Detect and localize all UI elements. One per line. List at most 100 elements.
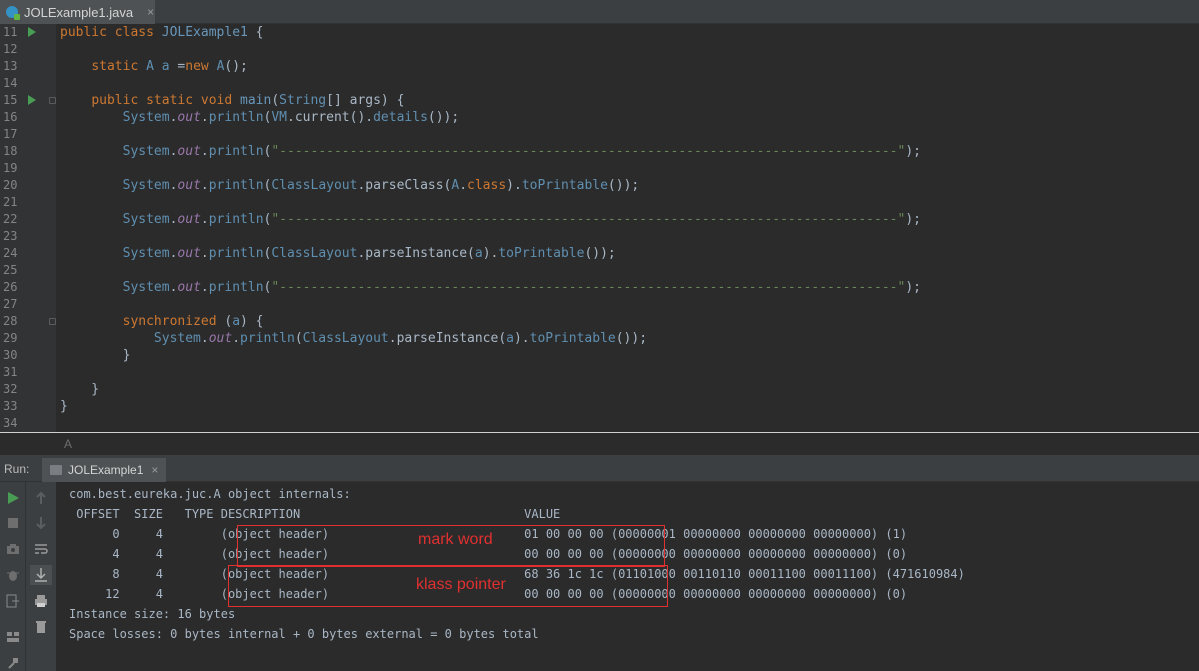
code-text: } [60,399,68,414]
java-class-icon [6,6,20,20]
console-line: Space losses: 0 bytes internal + 0 bytes… [69,627,539,641]
line-number[interactable]: 20 [0,177,22,194]
run-tab-label: JOLExample1 [68,463,144,477]
run-toolbar [0,482,26,671]
line-number[interactable]: 28 [0,313,22,330]
code-text: System.out.println("--------------------… [122,212,921,227]
code-line[interactable]: 25 [0,262,1199,279]
code-line[interactable]: 22 System.out.println("-----------------… [0,211,1199,228]
pin-icon[interactable] [5,655,21,671]
code-text: System.out.println(ClassLayout.parseInst… [153,331,648,346]
code-text: System.out.println(ClassLayout.parseClas… [122,178,640,193]
mark-word-annotation: mark word [418,531,493,548]
line-number[interactable]: 27 [0,296,22,313]
stop-icon[interactable] [5,515,21,531]
code-line[interactable]: 29 System.out.println(ClassLayout.parseI… [0,330,1199,347]
klass-pointer-annotation: klass pointer [416,576,506,593]
code-text: System.out.println(VM.current().details(… [122,110,460,125]
code-text: public class JOLExample1 { [60,25,264,40]
code-line[interactable]: 28 synchronized (a) { [0,313,1199,330]
code-text: synchronized (a) { [122,314,264,329]
code-line[interactable]: 19 [0,160,1199,177]
line-number[interactable]: 16 [0,109,22,126]
console-output[interactable]: com.best.eureka.juc.A object internals: … [56,482,1199,671]
line-number[interactable]: 25 [0,262,22,279]
code-text: System.out.println("--------------------… [122,144,921,159]
code-line[interactable]: 21 [0,194,1199,211]
code-text: } [60,348,131,363]
camera-icon[interactable] [5,541,21,557]
console-line: com.best.eureka.juc.A object internals: [69,487,351,501]
run-gutter-icon[interactable] [28,27,36,37]
line-number[interactable]: 29 [0,330,22,347]
run-config-icon [50,465,62,475]
code-line[interactable]: 27 [0,296,1199,313]
code-editor[interactable]: 11 public class JOLExample1 { 12 13 static … [0,24,1199,432]
scroll-down-icon[interactable] [33,515,49,531]
run-label: Run: [4,462,30,476]
console-line: Instance size: 16 bytes [69,607,236,621]
debug-icon[interactable] [5,567,21,583]
line-number[interactable]: 33 [0,398,22,415]
line-number[interactable]: 12 [0,41,22,58]
code-line[interactable]: 17 [0,126,1199,143]
ide-window: JOLExample1.java × 11 public class JOLExa… [0,0,1199,671]
code-line[interactable]: 11 public class JOLExample1 { [0,24,1199,41]
code-line[interactable]: 23 [0,228,1199,245]
code-text: static A a =new A(); [91,59,248,74]
fold-marker-icon[interactable] [49,318,56,325]
line-number[interactable]: 21 [0,194,22,211]
code-line[interactable]: 14 [0,75,1199,92]
code-text: System.out.println(ClassLayout.parseInst… [122,246,616,261]
line-number[interactable]: 32 [0,381,22,398]
code-line[interactable]: 12 [0,41,1199,58]
console-line: OFFSET SIZE TYPE DESCRIPTION VALUE [69,507,561,521]
code-text: public static void main(String[] args) { [91,93,405,108]
breadcrumb[interactable]: A [0,433,1199,455]
line-number[interactable]: 31 [0,364,22,381]
run-gutter-icon[interactable] [28,95,36,105]
code-line[interactable]: 33} [0,398,1199,415]
code-line[interactable]: 24 System.out.println(ClassLayout.parseI… [0,245,1199,262]
code-line[interactable]: 15 public static void main(String[] args… [0,92,1199,109]
line-number[interactable]: 30 [0,347,22,364]
layout-icon[interactable] [5,629,21,645]
print-icon[interactable] [33,593,49,609]
scroll-up-icon[interactable] [33,490,49,506]
close-run-tab-icon[interactable]: × [151,463,158,477]
code-text: System.out.println("--------------------… [122,280,921,295]
code-line[interactable]: 32 } [0,381,1199,398]
code-line[interactable]: 34 [0,415,1199,432]
line-number[interactable]: 11 [0,24,22,41]
code-line[interactable]: 13 static A a =new A(); [0,58,1199,75]
editor-tab-jolexample1[interactable]: JOLExample1.java × [0,0,155,24]
line-number[interactable]: 15 [0,92,22,109]
line-number[interactable]: 34 [0,415,22,432]
editor-tab-bar: JOLExample1.java × [0,0,1199,24]
close-tab-icon[interactable]: × [147,5,154,19]
scroll-to-end-icon[interactable] [30,565,52,585]
console-toolbar [26,482,56,671]
code-text: } [60,382,100,397]
code-line[interactable]: 20 System.out.println(ClassLayout.parseC… [0,177,1199,194]
line-number[interactable]: 26 [0,279,22,296]
code-line[interactable]: 30 } [0,347,1199,364]
code-line[interactable]: 31 [0,364,1199,381]
code-line[interactable]: 16 System.out.println(VM.current().detai… [0,109,1199,126]
line-number[interactable]: 17 [0,126,22,143]
fold-marker-icon[interactable] [49,97,56,104]
line-number[interactable]: 18 [0,143,22,160]
line-number[interactable]: 23 [0,228,22,245]
code-line[interactable]: 26 System.out.println("-----------------… [0,279,1199,296]
line-number[interactable]: 19 [0,160,22,177]
clear-console-icon[interactable] [33,619,49,635]
exit-icon[interactable] [5,593,21,609]
line-number[interactable]: 22 [0,211,22,228]
line-number[interactable]: 13 [0,58,22,75]
code-line[interactable]: 18 System.out.println("-----------------… [0,143,1199,160]
soft-wrap-icon[interactable] [33,541,49,557]
run-tab-jolexample1[interactable]: JOLExample1 × [42,458,167,482]
rerun-icon[interactable] [5,490,21,506]
line-number[interactable]: 14 [0,75,22,92]
line-number[interactable]: 24 [0,245,22,262]
